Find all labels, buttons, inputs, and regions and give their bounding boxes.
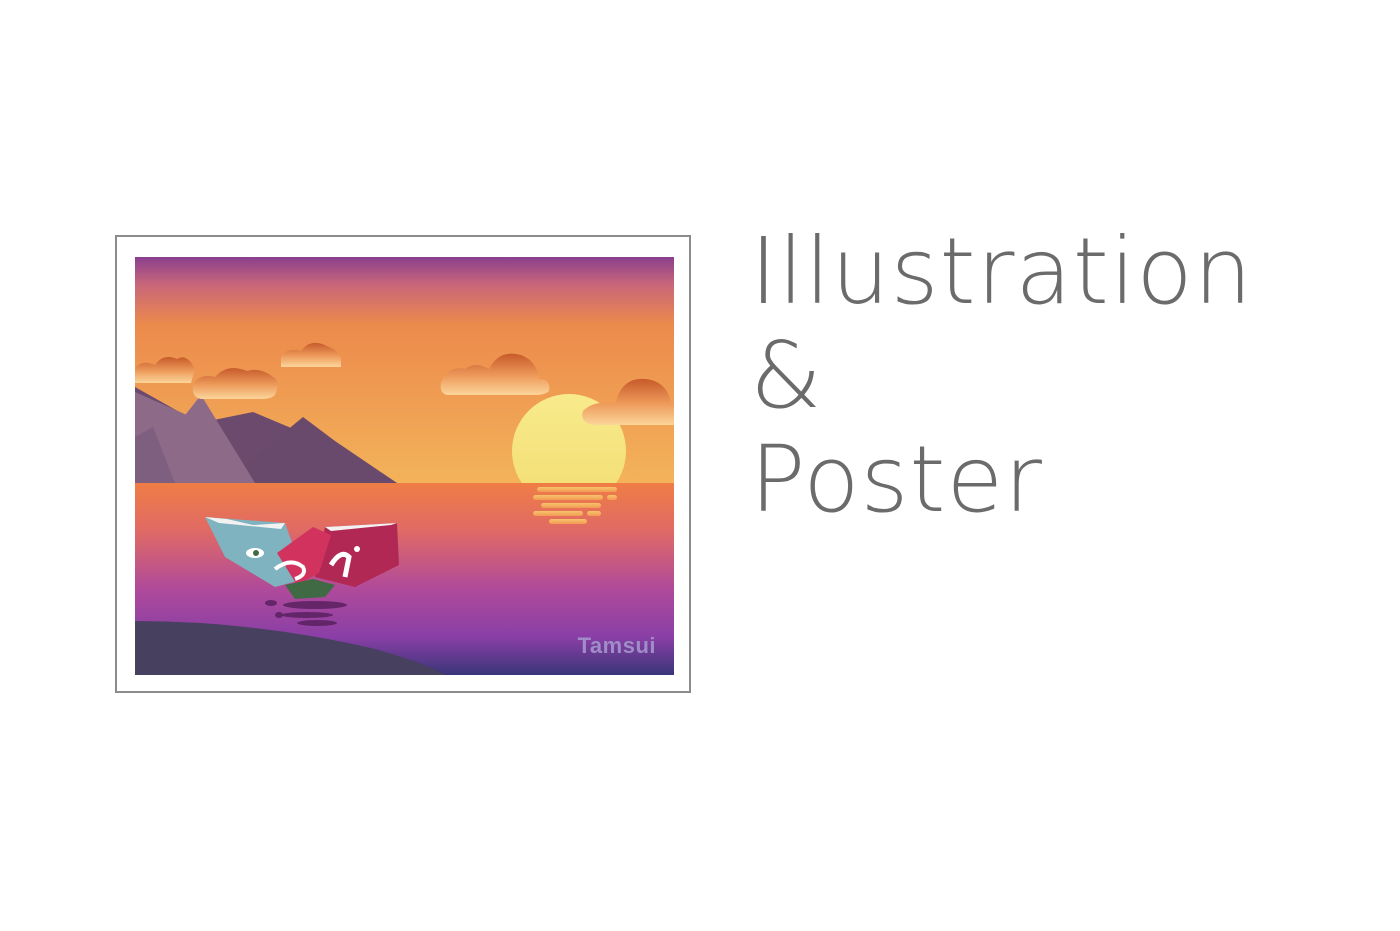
artwork-caption: Tamsui <box>577 633 656 658</box>
tamsui-sunset-illustration: Tamsui <box>135 257 674 675</box>
headline-line-poster: Poster <box>750 426 1043 533</box>
postcard-frame: Tamsui <box>115 235 691 693</box>
headline-line-illustration: Illustration <box>750 218 1253 325</box>
headline: Illustration & Poster <box>750 220 1253 532</box>
headline-line-ampersand: & <box>750 322 823 429</box>
page: Tamsui Illustration & Poster <box>0 0 1400 931</box>
